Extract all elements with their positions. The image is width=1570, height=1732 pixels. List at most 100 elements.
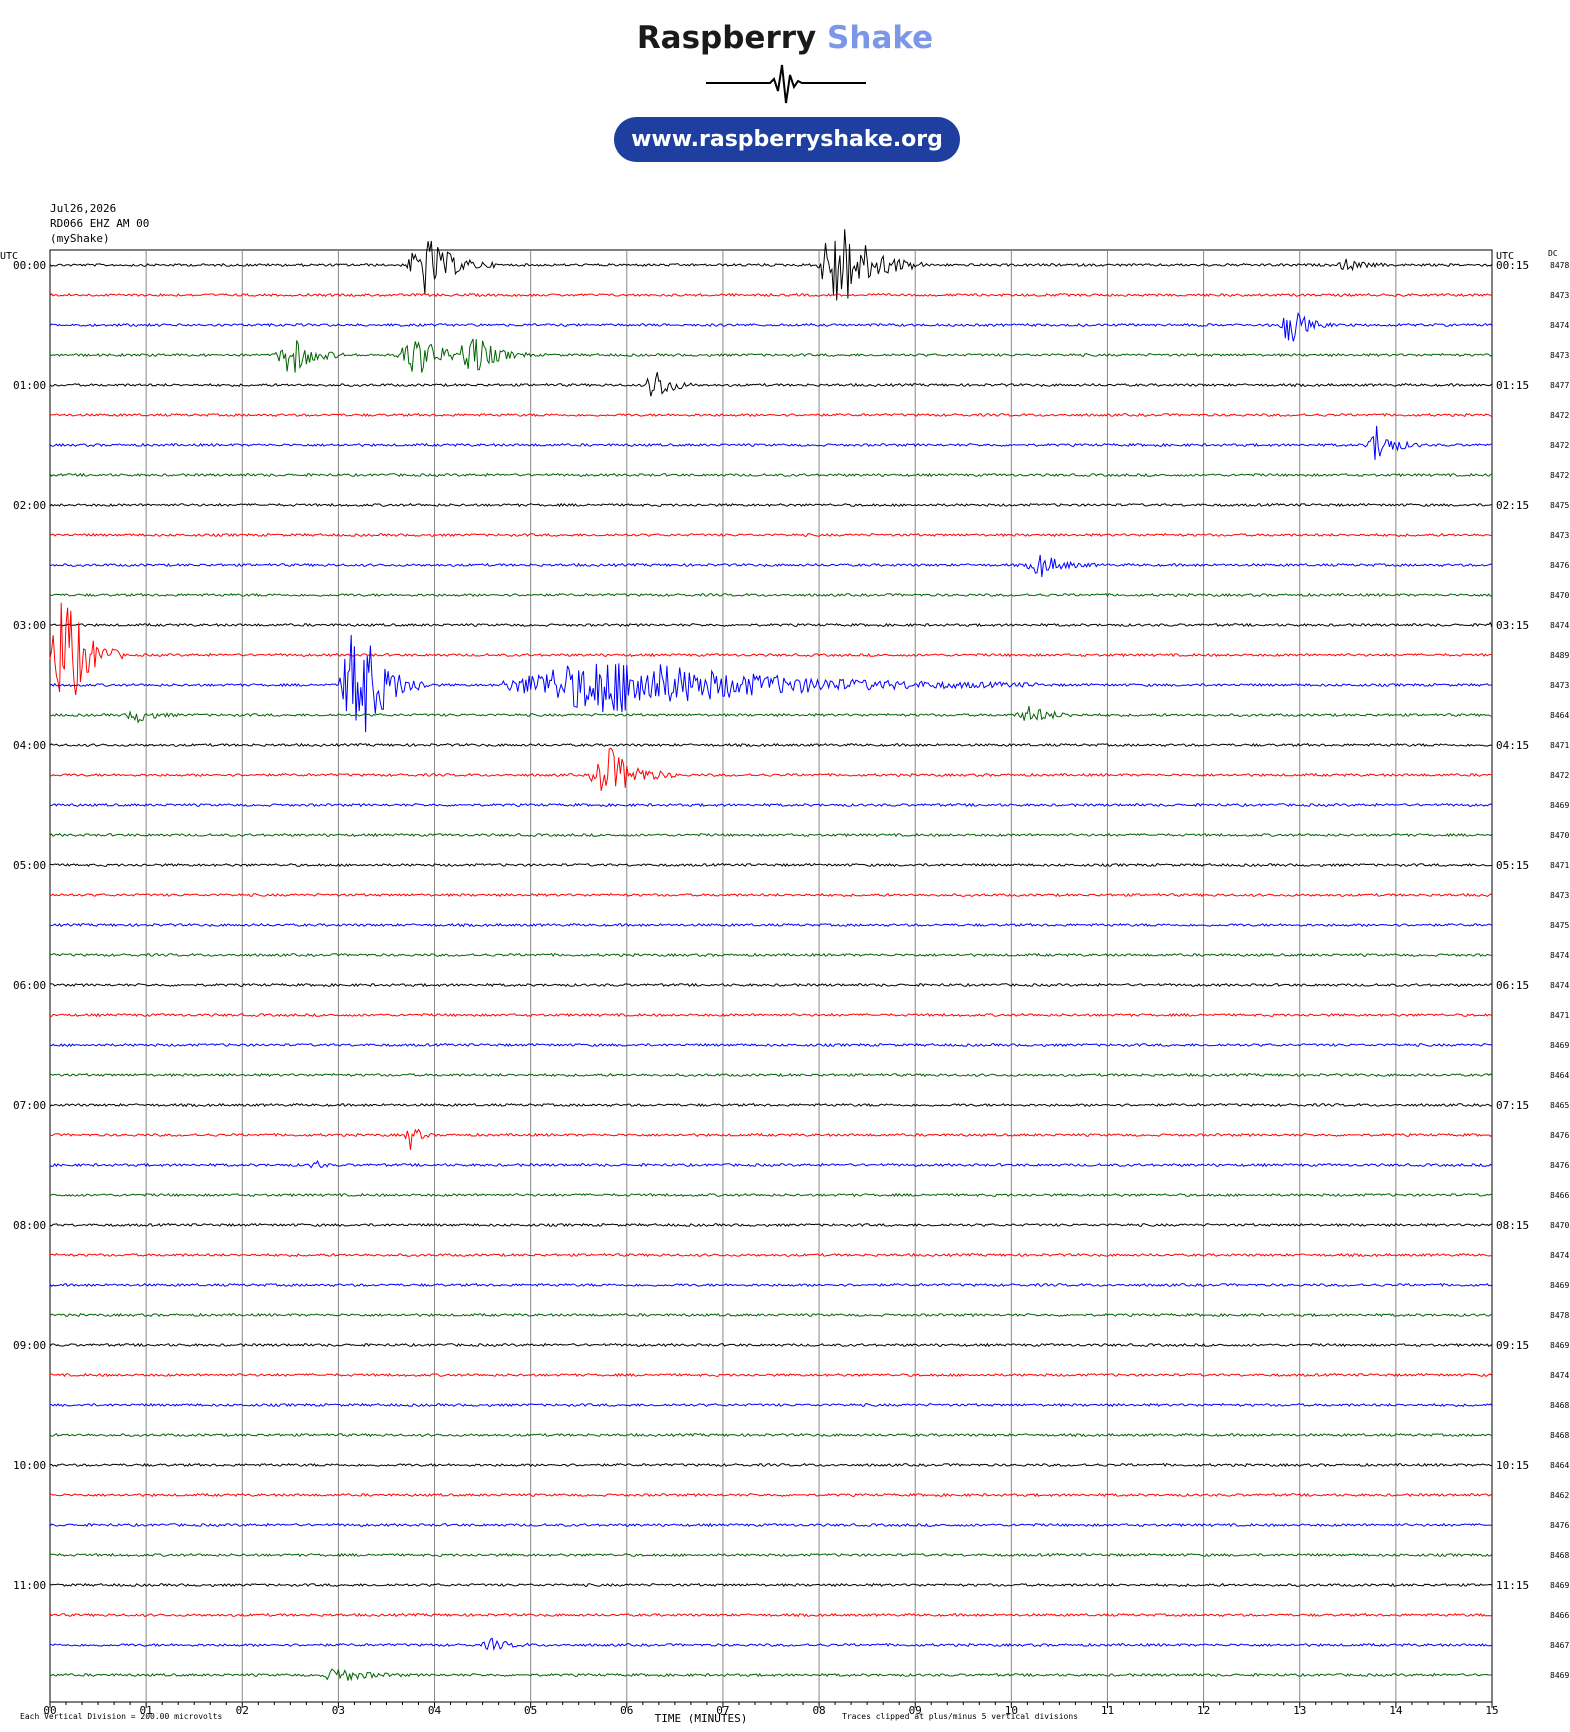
- dc-value-label: 8473: [1550, 681, 1569, 690]
- right-hour-label: 06:15: [1496, 979, 1529, 992]
- seismogram-trace: [49, 1159, 1493, 1169]
- dc-value-label: 8470: [1550, 591, 1569, 600]
- x-tick-label: 08: [812, 1704, 825, 1717]
- seismogram-trace: [49, 372, 1493, 397]
- dc-value-label: 8471: [1550, 741, 1569, 750]
- x-tick-label: 02: [236, 1704, 249, 1717]
- seismogram-trace: [49, 634, 1493, 733]
- seismogram-trace: [49, 592, 1493, 598]
- right-hour-label: 09:15: [1496, 1339, 1529, 1352]
- seismogram-trace: [49, 952, 1493, 958]
- seismogram-trace: [49, 1402, 1493, 1408]
- left-hour-label: 02:00: [13, 499, 46, 512]
- dc-value-label: 8474: [1550, 621, 1569, 630]
- x-tick-label: 14: [1389, 1704, 1403, 1717]
- dc-value-label: 8472: [1550, 411, 1569, 420]
- dc-value-label: 8466: [1550, 1611, 1569, 1620]
- seismogram-trace: [49, 1582, 1493, 1588]
- dc-value-label: 8470: [1550, 1221, 1569, 1230]
- right-hour-label: 04:15: [1496, 739, 1529, 752]
- dc-value-label: 8473: [1550, 531, 1569, 540]
- dc-value-label: 8476: [1550, 1161, 1569, 1170]
- dc-value-label: 8462: [1550, 1491, 1569, 1500]
- dc-value-label: 8469: [1550, 1341, 1569, 1350]
- seismogram-trace: [49, 502, 1493, 508]
- seismogram-trace: [49, 747, 1493, 791]
- seismogram-trace: [50, 802, 1493, 808]
- dc-value-label: 8464: [1550, 1461, 1569, 1470]
- dc-value-label: 8471: [1550, 1011, 1569, 1020]
- seismogram-trace: [49, 1042, 1493, 1048]
- dc-value-label: 8478: [1550, 1311, 1569, 1320]
- left-hour-label: 04:00: [13, 739, 46, 752]
- seismogram-trace: [49, 1222, 1492, 1228]
- right-hour-label: 05:15: [1496, 859, 1529, 872]
- seismogram-trace: [49, 1282, 1493, 1288]
- dc-value-label: 8473: [1550, 351, 1569, 360]
- x-tick-label: 12: [1197, 1704, 1210, 1717]
- seismogram-trace: [49, 1342, 1493, 1348]
- right-hour-label: 07:15: [1496, 1099, 1529, 1112]
- right-hour-label: 08:15: [1496, 1219, 1529, 1232]
- dc-value-label: 8468: [1550, 1431, 1569, 1440]
- x-tick-label: 15: [1485, 1704, 1498, 1717]
- dc-value-label: 8470: [1550, 831, 1569, 840]
- dc-value-label: 8473: [1550, 291, 1569, 300]
- dc-value-label: 8473: [1550, 891, 1569, 900]
- seismogram-trace: [49, 311, 1493, 342]
- left-hour-label: 01:00: [13, 379, 46, 392]
- left-hour-label: 10:00: [13, 1459, 46, 1472]
- dc-value-label: 8478: [1550, 261, 1569, 270]
- seismogram-trace: [49, 742, 1493, 748]
- seismogram-trace: [49, 1252, 1493, 1258]
- dc-value-label: 8469: [1550, 1671, 1569, 1680]
- dc-value-label: 8469: [1550, 1581, 1569, 1590]
- seismogram-trace: [49, 554, 1493, 578]
- dc-value-label: 8472: [1550, 471, 1569, 480]
- dc-value-label: 8472: [1550, 771, 1569, 780]
- seismogram-trace: [49, 229, 1493, 301]
- dc-value-label: 8475: [1550, 501, 1569, 510]
- seismogram-trace: [49, 1072, 1493, 1078]
- seismogram-trace: [49, 982, 1493, 988]
- left-hour-label: 08:00: [13, 1219, 46, 1232]
- seismogram-trace: [49, 1668, 1493, 1682]
- x-tick-label: 03: [332, 1704, 345, 1717]
- dc-value-label: 8467: [1550, 1641, 1569, 1650]
- helicorder-chart: 00 01 02 03 04 05 06 07 08 09 10 11 12 13 14 15TIME (MI…: [0, 229, 1569, 1725]
- x-tick-label: 05: [524, 1704, 537, 1717]
- right-hour-label: 10:15: [1496, 1459, 1529, 1472]
- seismogram-trace: [49, 1012, 1493, 1018]
- x-tick-label: 11: [1101, 1704, 1114, 1717]
- dc-value-label: 8474: [1550, 321, 1569, 330]
- left-hour-label: 09:00: [13, 1339, 46, 1352]
- dc-value-label: 8464: [1550, 1071, 1569, 1080]
- dc-value-label: 8465: [1550, 1101, 1569, 1110]
- right-hour-label: 01:15: [1496, 379, 1529, 392]
- left-hour-label: 06:00: [13, 979, 46, 992]
- right-hour-label: 03:15: [1496, 619, 1529, 632]
- seismogram-trace: [49, 922, 1493, 928]
- seismogram-trace: [49, 862, 1493, 868]
- dc-value-label: 8475: [1550, 921, 1569, 930]
- right-hour-label: 11:15: [1496, 1579, 1529, 1592]
- dc-value-label: 8476: [1550, 1521, 1569, 1530]
- right-hour-label: 00:15: [1496, 259, 1529, 272]
- seismogram-trace: [49, 1432, 1493, 1438]
- left-hour-label: 00:00: [13, 259, 46, 272]
- seismogram-trace: [49, 472, 1493, 478]
- dc-value-label: 8469: [1550, 1281, 1569, 1290]
- dc-value-label: 8476: [1550, 561, 1569, 570]
- dc-header: DC: [1548, 249, 1558, 258]
- dc-value-label: 8468: [1550, 1401, 1569, 1410]
- dc-value-label: 8474: [1550, 951, 1569, 960]
- seismogram-trace: [49, 705, 1493, 724]
- x-tick-label: 04: [428, 1704, 442, 1717]
- dc-value-label: 8474: [1550, 981, 1569, 990]
- seismogram-trace: [49, 532, 1493, 538]
- seismogram-trace: [49, 1102, 1493, 1108]
- left-hour-label: 03:00: [13, 619, 46, 632]
- seismogram-trace: [49, 621, 1493, 628]
- plot-frame: [49, 249, 1493, 1703]
- seismogram-trace: [49, 1492, 1493, 1498]
